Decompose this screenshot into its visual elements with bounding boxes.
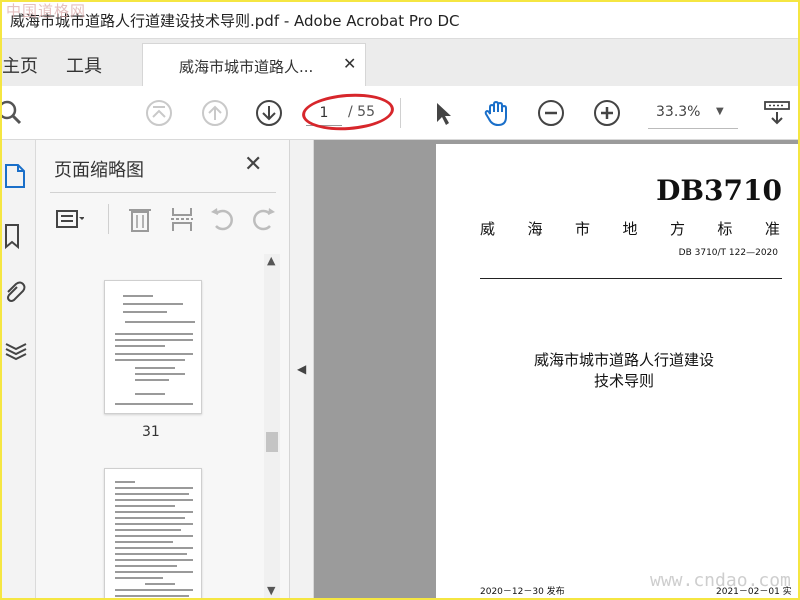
thumbnail-page-label: 31 <box>142 424 160 440</box>
zoom-caret-icon[interactable]: ▼ <box>716 106 724 117</box>
rotate-right-icon[interactable] <box>248 204 278 234</box>
scroll-down-icon[interactable]: ▼ <box>267 584 275 597</box>
panel-toolbar-divider <box>108 204 109 234</box>
document-title: 威海市城市道路人行道建设 技术导则 <box>436 350 798 392</box>
bookmarks-icon[interactable] <box>4 222 28 250</box>
attachments-icon[interactable] <box>4 278 28 306</box>
standard-code-large: DB3710 <box>656 174 782 207</box>
local-standard-heading: 威 海 市 地 方 标 准 <box>480 218 780 239</box>
header-rule <box>480 278 782 279</box>
prev-page-icon[interactable] <box>200 98 230 128</box>
toolbar-divider <box>400 98 401 128</box>
standard-char: 海 <box>527 220 543 238</box>
standard-char: 地 <box>622 220 638 238</box>
extract-pages-icon[interactable] <box>168 204 198 234</box>
watermark-top: 中国道格网 <box>6 2 87 20</box>
standard-char: 标 <box>717 220 733 238</box>
panel-close-icon[interactable]: ✕ <box>244 152 262 177</box>
standard-char: 威 <box>480 220 496 238</box>
zoom-out-icon[interactable] <box>536 98 566 128</box>
title-bar: 威海市城市道路人行道建设技术导则.pdf - Adobe Acrobat Pro… <box>2 2 798 38</box>
tab-home[interactable]: 主页 <box>2 52 38 78</box>
tab-tools[interactable]: 工具 <box>66 52 102 78</box>
page-thumbnails-panel: 页面缩略图 ✕ 31 ▲ ▼ <box>36 140 290 598</box>
toolbar: 1 / 55 33.3% ▼ <box>2 86 798 140</box>
thumbnail-page-31[interactable] <box>104 280 202 414</box>
thumbnail-scrollbar[interactable]: ▲ ▼ <box>264 254 280 598</box>
left-nav-rail <box>2 140 36 598</box>
acrobat-window: 威海市城市道路人行道建设技术导则.pdf - Adobe Acrobat Pro… <box>2 2 798 598</box>
standard-code-small: DB 3710/T 122—2020 <box>678 248 778 258</box>
zoom-in-icon[interactable] <box>592 98 622 128</box>
zoom-underline <box>648 128 738 129</box>
scrollbar-thumb[interactable] <box>266 432 278 452</box>
publish-date: 2020－12－30 发布 <box>480 587 565 597</box>
panel-divider <box>50 192 276 193</box>
watermark-bottom: www.cndao.com <box>650 570 791 591</box>
close-icon[interactable]: ✕ <box>343 54 356 73</box>
select-arrow-icon[interactable] <box>428 98 458 128</box>
panel-title: 页面缩略图 <box>54 160 144 181</box>
tab-document[interactable]: 威海市城市道路人... ✕ <box>142 43 366 87</box>
thumbnail-options-icon[interactable] <box>54 204 84 234</box>
red-annotation-oval <box>300 90 396 134</box>
zoom-level[interactable]: 33.3% <box>656 104 700 120</box>
standard-char: 市 <box>574 220 590 238</box>
delete-page-icon[interactable] <box>126 204 156 234</box>
scroll-mode-icon[interactable] <box>762 98 792 128</box>
next-page-icon[interactable] <box>254 98 284 128</box>
pdf-page: DB3710 威 海 市 地 方 标 准 DB 3710/T 122—2020 … <box>436 144 798 598</box>
standard-char: 方 <box>669 220 685 238</box>
page-thumbnails-icon[interactable] <box>4 162 28 190</box>
document-view: ◀ DB3710 威 海 市 地 方 标 准 DB 3710/T 122—202… <box>290 140 798 598</box>
panel-collapse-handle[interactable]: ◀ <box>290 140 314 598</box>
rotate-left-icon[interactable] <box>208 204 238 234</box>
search-icon[interactable] <box>2 98 26 128</box>
tab-bar: 主页 工具 威海市城市道路人... ✕ <box>2 38 798 87</box>
layers-icon[interactable] <box>4 336 28 364</box>
first-page-icon[interactable] <box>144 98 174 128</box>
panel-toolbar <box>50 202 276 236</box>
scroll-up-icon[interactable]: ▲ <box>267 254 275 267</box>
hand-tool-icon[interactable] <box>482 98 512 128</box>
collapse-arrow-icon[interactable]: ◀ <box>297 362 306 376</box>
document-tab-label: 威海市城市道路人... <box>179 58 314 76</box>
standard-char: 准 <box>764 220 780 238</box>
thumbnail-page-32[interactable] <box>104 468 202 598</box>
document-title-line-1: 威海市城市道路人行道建设 <box>533 351 714 369</box>
document-title-line-2: 技术导则 <box>593 372 654 390</box>
